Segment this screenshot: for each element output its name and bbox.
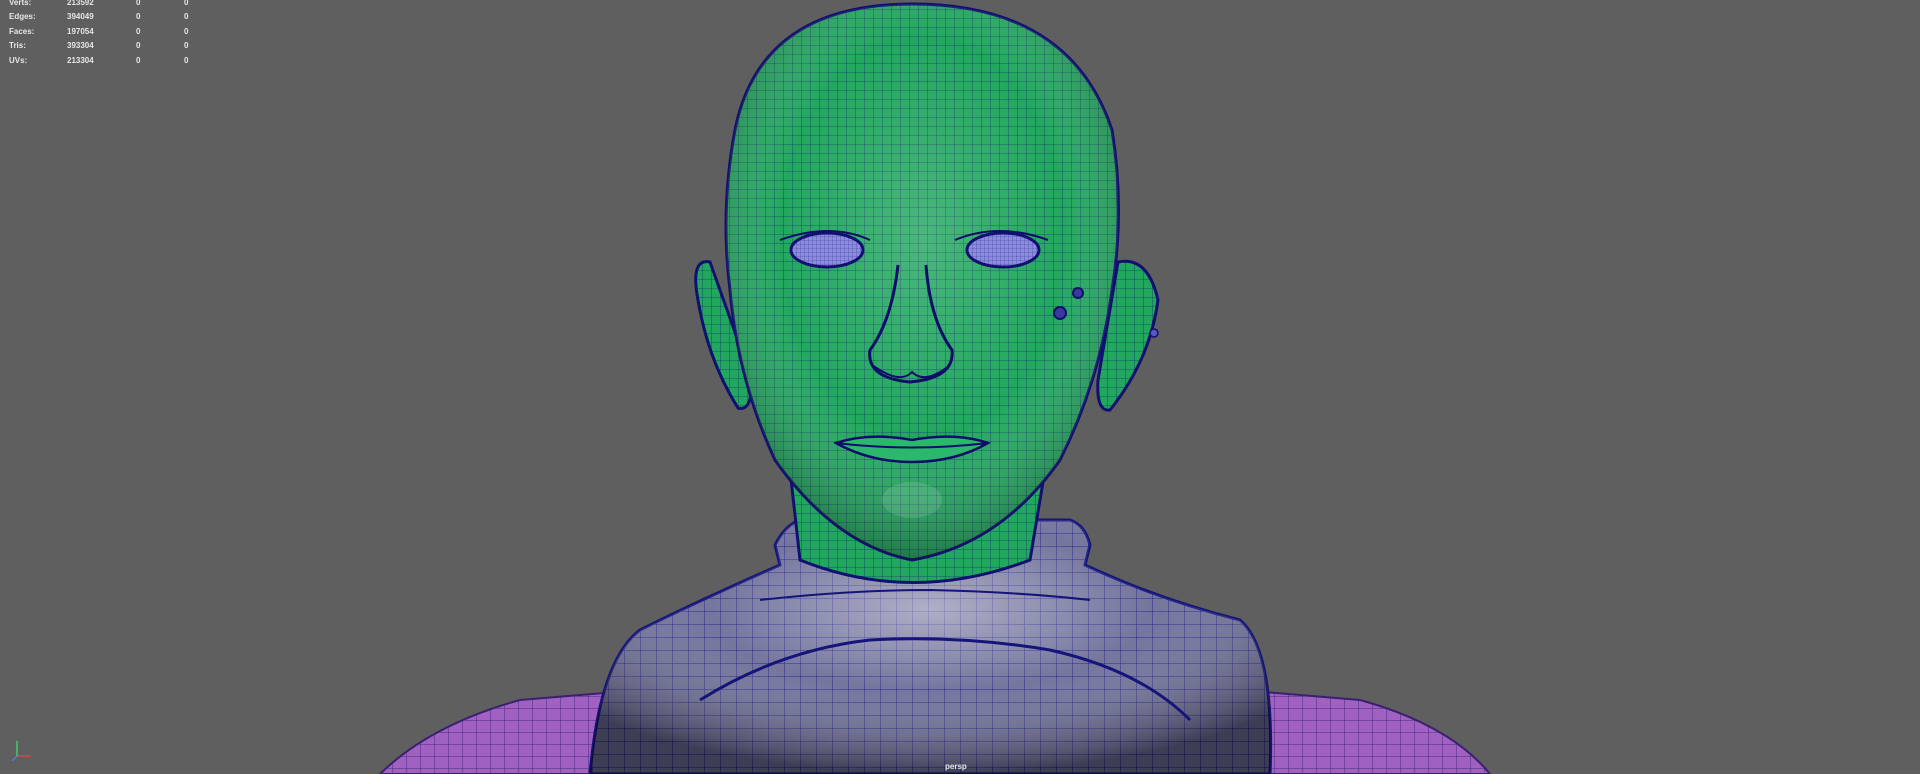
hud-component: 0 <box>184 12 189 22</box>
axis-z-line <box>11 755 18 762</box>
hud-component: 0 <box>184 0 189 7</box>
hud-label: Tris: <box>9 41 26 51</box>
3d-viewport[interactable]: Verts: 213592 0 0 Edges: 394049 0 0 Face… <box>0 0 1920 774</box>
head-mesh[interactable] <box>694 2 1160 584</box>
camera-name-label: persp <box>945 762 967 771</box>
hud-component: 0 <box>184 26 189 36</box>
poly-count-hud: Verts: 213592 0 0 Edges: 394049 0 0 Face… <box>9 0 209 68</box>
ear-stud <box>1149 328 1159 338</box>
scene-render[interactable] <box>0 0 1920 774</box>
right-eye <box>965 231 1041 269</box>
hud-selected: 0 <box>136 0 141 7</box>
hud-row-faces: Faces: 197054 0 0 <box>9 25 209 39</box>
hud-selected: 0 <box>136 41 141 51</box>
hud-component: 0 <box>184 55 189 65</box>
hud-total: 213592 <box>67 0 94 7</box>
hud-total: 393304 <box>67 41 94 51</box>
hud-label: Faces: <box>9 26 35 36</box>
hud-total: 197054 <box>67 26 94 36</box>
hud-component: 0 <box>184 41 189 51</box>
hud-row-uvs: UVs: 213304 0 0 <box>9 54 209 68</box>
cheek-stud <box>1072 287 1084 299</box>
left-eye <box>789 231 865 269</box>
hud-total: 394049 <box>67 12 94 22</box>
hud-label: Verts: <box>9 0 32 7</box>
hud-row-edges: Edges: 394049 0 0 <box>9 10 209 24</box>
hud-selected: 0 <box>136 55 141 65</box>
hud-total: 213304 <box>67 55 94 65</box>
axis-gizmo-icon <box>11 741 31 762</box>
hud-label: Edges: <box>9 12 36 22</box>
hud-selected: 0 <box>136 12 141 22</box>
hud-row-tris: Tris: 393304 0 0 <box>9 39 209 53</box>
hud-row-verts: Verts: 213592 0 0 <box>9 0 209 10</box>
cheek-stud <box>1053 306 1067 320</box>
hud-selected: 0 <box>136 26 141 36</box>
hud-label: UVs: <box>9 55 28 65</box>
